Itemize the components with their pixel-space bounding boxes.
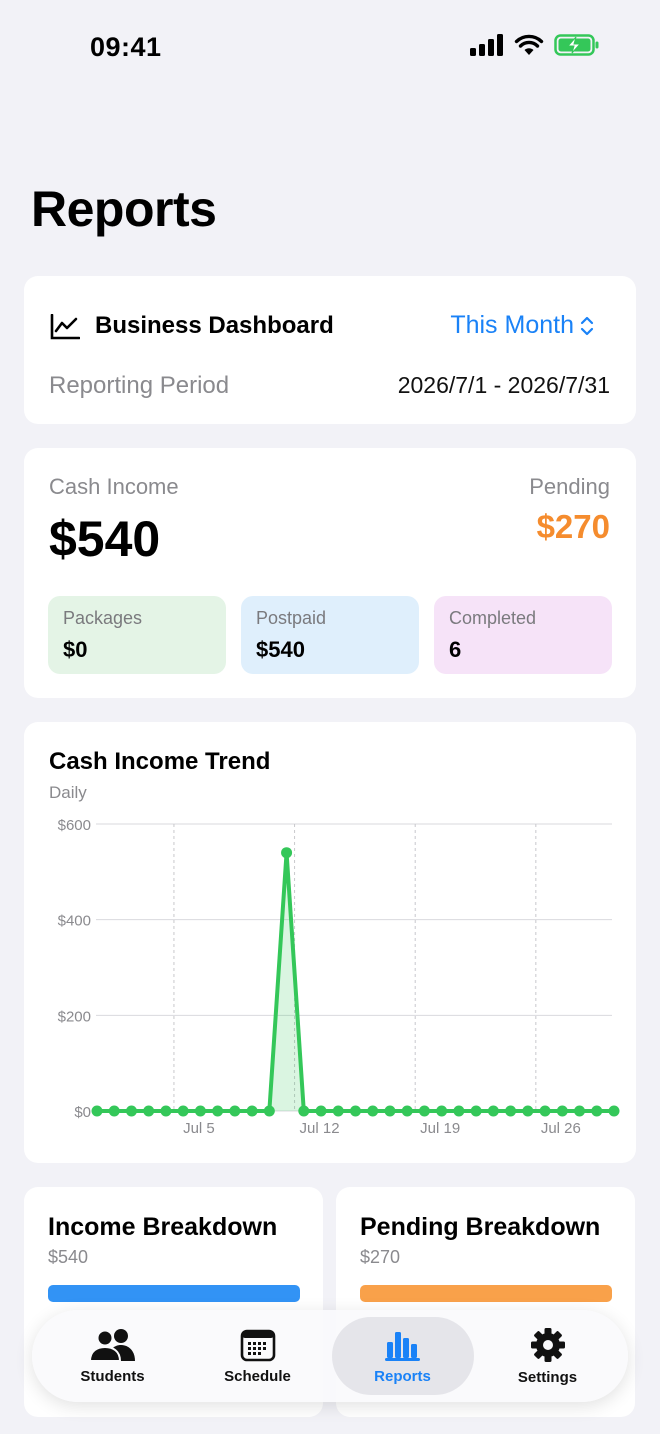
status-bar: 09:41	[0, 0, 660, 100]
tab-students-label: Students	[80, 1367, 145, 1385]
income-breakdown-title: Income Breakdown	[48, 1213, 278, 1241]
people-icon	[88, 1328, 135, 1362]
chart-y-tick-label: $600	[58, 817, 91, 834]
pending-breakdown-amount: $270	[360, 1247, 401, 1267]
chart-y-tick-label: $400	[58, 913, 91, 930]
wifi-icon	[514, 34, 544, 55]
chart-data-point	[229, 1105, 241, 1117]
period-selector[interactable]: This Month	[450, 311, 594, 340]
chart-data-point	[194, 1105, 206, 1117]
chart-data-point	[522, 1105, 534, 1117]
chart-data-point	[332, 1105, 344, 1117]
page-title: Reports	[31, 181, 217, 237]
tab-students[interactable]: Students	[42, 1317, 184, 1395]
income-summary-card: Cash Income $540 Pending $270 Packages $…	[24, 448, 636, 698]
dashboard-title: Business Dashboard	[95, 312, 334, 339]
chart-subtitle: Daily	[49, 783, 87, 802]
chart-data-point	[539, 1105, 551, 1117]
chart-x-tick-label: Jul 19	[420, 1120, 460, 1137]
pending-breakdown-bar	[360, 1285, 612, 1302]
chart-data-point	[367, 1105, 379, 1117]
period-selector-label: This Month	[450, 311, 574, 339]
chart-data-point	[505, 1105, 517, 1117]
chevron-up-down-icon	[580, 316, 594, 335]
postpaid-label: Postpaid	[256, 608, 327, 628]
status-time: 09:41	[90, 32, 162, 62]
chart-series-line	[97, 850, 614, 1113]
chart-data-point	[453, 1105, 465, 1117]
postpaid-value: $540	[256, 637, 305, 662]
reporting-period-value: 2026/7/1 - 2026/7/31	[397, 372, 610, 398]
tab-settings[interactable]: Settings	[477, 1317, 619, 1395]
chart-data-point	[143, 1105, 155, 1117]
reporting-period-label: Reporting Period	[49, 372, 230, 399]
chart-data-point	[246, 1105, 258, 1117]
battery-charging-icon	[554, 34, 599, 56]
chart-x-tick-label: Jul 26	[541, 1120, 581, 1137]
cellular-signal-icon	[470, 34, 503, 56]
chart-data-point	[177, 1105, 189, 1117]
cash-income-trend-chart: $0 $200 $400 $600 Jul 5 Jul 12 Jul 19 Jul 26	[58, 817, 620, 1137]
chart-data-point	[212, 1105, 224, 1117]
chart-x-tick-label: Jul 5	[183, 1120, 215, 1137]
chart-data-point	[91, 1105, 103, 1117]
tab-settings-label: Settings	[517, 1368, 578, 1386]
chart-title: Cash Income Trend	[49, 748, 271, 775]
chart-data-point	[281, 847, 293, 859]
chart-data-point	[470, 1105, 482, 1117]
line-chart-icon	[50, 314, 80, 340]
postpaid-tile: Postpaid $540	[241, 596, 419, 674]
cash-income-trend-card: $0 $200 $400 $600 Jul 5 Jul 12 Jul 19 Jul 26 Ca…	[24, 722, 636, 1163]
cash-income-label: Cash Income	[49, 474, 179, 499]
income-breakdown-amount: $540	[48, 1247, 89, 1267]
business-dashboard-card: Business Dashboard This Month Reporting …	[24, 276, 636, 424]
tab-reports[interactable]: Reports	[331, 1317, 474, 1395]
packages-tile: Packages $0	[48, 596, 226, 674]
chart-data-point	[418, 1105, 430, 1117]
chart-data-point	[263, 1105, 275, 1117]
chart-data-point	[436, 1105, 448, 1117]
chart-data-point	[298, 1105, 310, 1117]
chart-area-fill	[97, 852, 614, 1111]
chart-data-point	[591, 1105, 603, 1117]
chart-y-tick-label: $200	[58, 1008, 91, 1025]
pending-breakdown-title: Pending Breakdown	[360, 1213, 601, 1241]
chart-data-point	[350, 1105, 361, 1117]
cash-income-value: $540	[49, 511, 161, 567]
tab-reports-label: Reports	[374, 1367, 431, 1385]
completed-value: 6	[449, 637, 462, 662]
pending-value: $270	[536, 508, 610, 545]
tab-schedule-label: Schedule	[224, 1367, 291, 1385]
income-breakdown-bar	[48, 1285, 300, 1302]
completed-tile: Completed 6	[434, 596, 612, 674]
chart-data-point	[125, 1105, 137, 1117]
tab-schedule[interactable]: Schedule	[187, 1317, 329, 1395]
pending-label: Pending	[529, 474, 610, 499]
chart-data-point	[608, 1105, 620, 1117]
chart-data-point	[556, 1105, 568, 1117]
bar-chart-icon	[384, 1331, 420, 1361]
gear-icon	[530, 1327, 565, 1362]
completed-label: Completed	[449, 608, 537, 628]
chart-y-tick-label: $0	[74, 1104, 91, 1121]
chart-data-point	[574, 1105, 586, 1117]
chart-data-point	[487, 1105, 499, 1117]
status-icons	[470, 34, 600, 56]
calendar-icon	[240, 1329, 275, 1361]
packages-value: $0	[63, 637, 88, 662]
chart-data-point	[384, 1105, 396, 1117]
chart-data-point	[160, 1105, 172, 1117]
tab-bar: Students Schedule Reports Settings	[32, 1310, 628, 1402]
packages-label: Packages	[63, 608, 143, 628]
chart-x-tick-label: Jul 12	[300, 1120, 340, 1137]
chart-data-point	[401, 1105, 413, 1117]
chart-data-point	[108, 1105, 120, 1117]
chart-data-point	[315, 1105, 327, 1117]
